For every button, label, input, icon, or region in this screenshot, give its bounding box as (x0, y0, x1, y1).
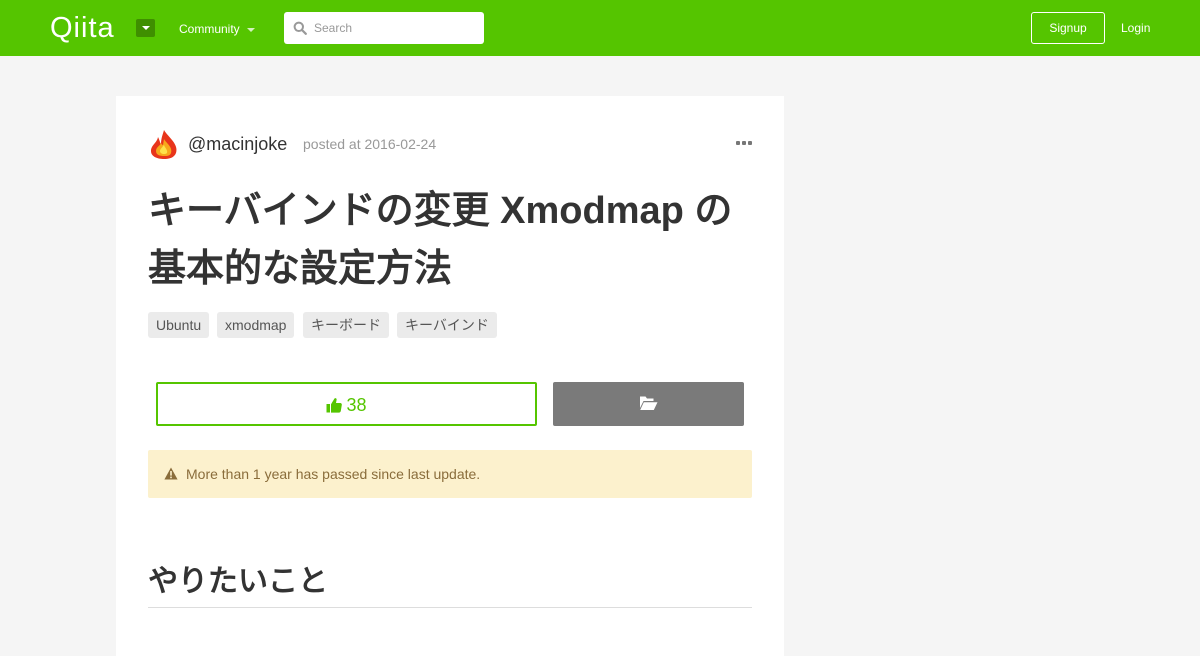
community-menu[interactable]: Community (179, 22, 240, 36)
tag-item[interactable]: xmodmap (217, 312, 295, 338)
search-input[interactable] (314, 12, 478, 44)
ellipsis-icon[interactable] (736, 141, 752, 147)
top-navigation-bar: Qiita Community Signup Login (0, 0, 1200, 56)
user-avatar[interactable] (148, 128, 180, 160)
tag-item[interactable]: キーバインド (397, 312, 497, 338)
stock-button[interactable] (553, 382, 744, 426)
warning-icon (164, 467, 178, 480)
tag-item[interactable]: キーボード (303, 312, 389, 338)
community-caret-icon (247, 28, 255, 32)
search-icon (293, 21, 307, 35)
section-divider (148, 607, 752, 608)
search-box (284, 12, 484, 44)
posted-date: posted at 2016-02-24 (303, 136, 437, 152)
like-button[interactable]: 38 (156, 382, 537, 426)
logo-dropdown-button[interactable] (136, 19, 155, 37)
folder-open-icon (640, 396, 658, 410)
signup-button[interactable]: Signup (1031, 12, 1105, 44)
qiita-logo[interactable]: Qiita (50, 13, 115, 43)
login-link[interactable]: Login (1121, 21, 1150, 35)
outdated-alert: More than 1 year has passed since last u… (148, 450, 752, 498)
like-content: 38 (158, 394, 535, 416)
author-username[interactable]: @macinjoke (188, 133, 287, 155)
article-title: キーバインドの変更 Xmodmap の基本的な設定方法 (148, 190, 733, 290)
tag-item[interactable]: Ubuntu (148, 312, 210, 338)
alert-message: More than 1 year has passed since last u… (186, 466, 481, 482)
like-count: 38 (346, 395, 367, 415)
thumbs-up-icon (326, 398, 343, 413)
section-heading: やりたいこと (148, 565, 328, 598)
article-card: @macinjoke posted at 2016-02-24 キーバインドの変… (116, 96, 784, 656)
